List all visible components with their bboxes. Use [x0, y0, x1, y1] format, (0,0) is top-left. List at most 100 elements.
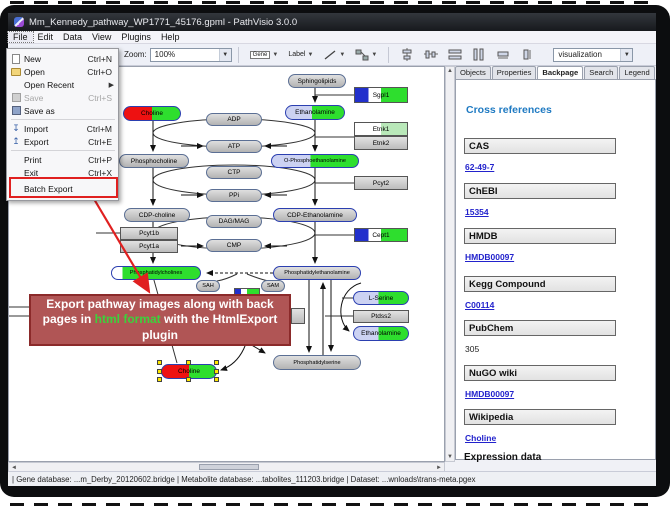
scrollbar-thumb[interactable] [199, 464, 259, 470]
menu-item-export[interactable]: ↥ ExportCtrl+E [8, 135, 118, 148]
chevron-down-icon[interactable]: ▼ [371, 52, 377, 58]
align-middle-button[interactable] [421, 47, 441, 63]
selection-handle[interactable] [186, 360, 191, 365]
menu-edit[interactable]: Edit [33, 32, 59, 42]
node-pcyt1a[interactable]: Pcyt1a [120, 240, 178, 253]
menu-plugins[interactable]: Plugins [116, 32, 156, 42]
selection-handle[interactable] [214, 369, 219, 374]
tab-backpage[interactable]: Backpage [537, 66, 583, 80]
tab-legend[interactable]: Legend [619, 66, 654, 80]
menu-item-open-recent[interactable]: Open Recent▶ [8, 78, 118, 91]
tab-properties[interactable]: Properties [492, 66, 537, 80]
xref-link-hmdb[interactable]: HMDB00097 [465, 252, 514, 262]
stack-horizontal-button[interactable] [493, 47, 513, 63]
node-phosphatidylcholines[interactable]: Phosphatidylcholines [111, 266, 201, 280]
node-label: Phosphatidylcholines [130, 270, 183, 276]
chevron-down-icon[interactable]: ▼ [339, 52, 345, 58]
node-label: Etnk1 [373, 126, 390, 133]
title-bar[interactable]: Mm_Kennedy_pathway_WP1771_45176.gpml - P… [8, 13, 656, 31]
node-ppi[interactable]: PPi [206, 189, 262, 202]
node-ctp[interactable]: CTP [206, 166, 262, 179]
line-tool-button[interactable]: ▼ [320, 47, 348, 63]
batch-export-highlight-box [9, 177, 118, 198]
node-cept1[interactable]: Cept1 [354, 228, 408, 242]
label-tool-button[interactable]: Label ▼ [285, 47, 316, 63]
node-atp[interactable]: ATP [206, 140, 262, 153]
node-etnk1[interactable]: Etnk1 [354, 122, 408, 136]
distribute-horizontal-button[interactable] [445, 47, 465, 63]
node-label: Phosphatidylethanolamine [284, 270, 350, 276]
node-pcyt2[interactable]: Pcyt2 [354, 176, 408, 190]
node-choline[interactable]: Choline [123, 106, 181, 121]
menu-view[interactable]: View [87, 32, 116, 42]
chevron-down-icon[interactable]: ▼ [307, 52, 313, 58]
selection-handle[interactable] [157, 369, 162, 374]
menu-data[interactable]: Data [58, 32, 87, 42]
menu-item-open[interactable]: OpenCtrl+O [8, 65, 118, 78]
node-cmp[interactable]: CMP [206, 239, 262, 252]
node-sah[interactable]: SAH [196, 280, 220, 292]
menu-item-import[interactable]: ↧ ImportCtrl+M [8, 122, 118, 135]
zoom-combobox[interactable]: 100% ▼ [150, 48, 232, 62]
selection-handle[interactable] [214, 377, 219, 382]
node-cdp-choline[interactable]: CDP-choline [124, 208, 190, 222]
selection-handle[interactable] [214, 360, 219, 365]
stack-vertical-button[interactable] [517, 47, 537, 63]
chevron-down-icon[interactable]: ▼ [272, 52, 278, 58]
node-l-serine[interactable]: L-Serine [353, 291, 409, 305]
scroll-up-icon[interactable]: ▲ [446, 68, 454, 74]
node-ethanolamine[interactable]: Ethanolamine [285, 105, 345, 120]
xref-link-wikipedia[interactable]: Choline [465, 433, 496, 443]
tab-search[interactable]: Search [584, 66, 618, 80]
node-label: CDP-Ethanolamine [287, 212, 343, 219]
selection-handle[interactable] [157, 377, 162, 382]
selection-handle[interactable] [186, 377, 191, 382]
node-label: Phosphocholine [131, 158, 177, 165]
menu-item-save-as[interactable]: Save as [8, 104, 118, 117]
gene-tool-button[interactable]: Gene ▼ [247, 47, 282, 63]
save-disk-icon [8, 93, 24, 102]
visualization-combobox[interactable]: visualization ▼ [553, 48, 633, 62]
menu-file[interactable]: File [8, 32, 33, 42]
menu-item-new[interactable]: NewCtrl+N [8, 52, 118, 65]
scroll-down-icon[interactable]: ▼ [446, 454, 454, 460]
menu-separator [11, 150, 115, 151]
node-ethanolamine-bottom[interactable]: Ethanolamine [353, 326, 409, 341]
canvas-vertical-scrollbar[interactable]: ▲ ▼ [445, 66, 455, 462]
toolbar-separator [238, 47, 239, 63]
node-label: Choline [141, 110, 163, 117]
xref-link-chebi[interactable]: 15354 [465, 207, 489, 217]
menu-help[interactable]: Help [156, 32, 185, 42]
import-icon: ↧ [8, 124, 24, 133]
node-etnk2[interactable]: Etnk2 [354, 136, 408, 150]
visualization-value: visualization [558, 50, 602, 59]
xref-link-cas[interactable]: 62-49-7 [465, 162, 494, 172]
xref-link-nugo[interactable]: HMDB00097 [465, 389, 514, 399]
chevron-down-icon[interactable]: ▼ [620, 49, 632, 61]
tab-objects[interactable]: Objects [455, 66, 491, 80]
node-sgpl1[interactable]: Sgpl1 [354, 87, 408, 103]
node-anchor-box[interactable] [291, 308, 305, 324]
chevron-down-icon[interactable]: ▼ [219, 49, 231, 61]
node-sphingolipids[interactable]: Sphingolipids [288, 74, 346, 88]
page-tear-bottom [10, 503, 650, 506]
node-cdp-ethanolamine[interactable]: CDP-Ethanolamine [273, 208, 357, 222]
menu-item-print[interactable]: PrintCtrl+P [8, 153, 118, 166]
connector-tool-button[interactable]: ▼ [352, 47, 380, 63]
node-ptdss2[interactable]: Ptdss2 [353, 310, 409, 323]
align-center-button[interactable] [397, 47, 417, 63]
node-adp[interactable]: ADP [206, 113, 262, 126]
distribute-vertical-button[interactable] [469, 47, 489, 63]
connector-icon [355, 49, 369, 61]
node-phosphocholine[interactable]: Phosphocholine [119, 154, 189, 168]
selection-handle[interactable] [157, 360, 162, 365]
node-phosphatidylserine[interactable]: Phosphatidylserine [273, 355, 361, 370]
distribute-horizontal-icon [448, 48, 462, 61]
node-o-phosphoethanolamine[interactable]: O-Phosphoethanolamine [271, 154, 359, 168]
node-dag-mag[interactable]: DAG/MAG [206, 215, 262, 228]
xref-link-kegg[interactable]: C00114 [465, 300, 494, 310]
export-icon: ↥ [8, 137, 24, 146]
node-pcyt1b[interactable]: Pcyt1b [120, 227, 178, 240]
node-sam[interactable]: SAM [261, 280, 285, 292]
node-phosphatidylethanolamine[interactable]: Phosphatidylethanolamine [273, 266, 361, 280]
